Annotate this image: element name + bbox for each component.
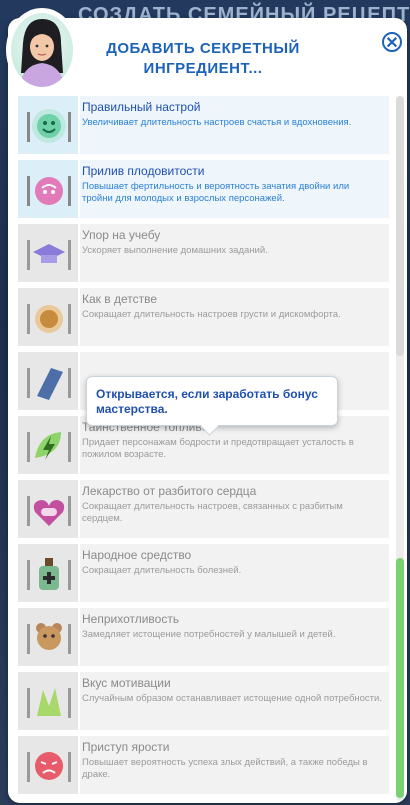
- ingredient-row[interactable]: Вкус мотивации Случайным образом останав…: [18, 672, 389, 736]
- angry-face-icon: [18, 736, 80, 794]
- secret-ingredient-dialog: ДОБАВИТЬ СЕКРЕТНЫЙ ИНГРЕДИЕНТ... ✕ Прави…: [6, 8, 407, 803]
- locked-tooltip: Открывается, если заработать бонус масте…: [86, 376, 338, 426]
- ingredient-name: Неприхотливость: [82, 612, 180, 626]
- ingredient-description: Сокращает длительность настроев, связанн…: [82, 501, 343, 524]
- ingredient-name: Прилив плодовитости: [82, 164, 205, 178]
- ingredient-row[interactable]: Как в детстве Сокращает длительность нас…: [18, 288, 389, 352]
- ingredient-row[interactable]: Лекарство от разбитого сердца Сокращает …: [18, 480, 389, 544]
- ingredient-name: Правильный настрой: [82, 100, 201, 114]
- graduation-cap-icon: [18, 224, 80, 282]
- motivation-icon: [18, 672, 80, 730]
- broken-heart-pill-icon: [18, 480, 80, 538]
- medicine-bottle-icon: [18, 544, 80, 602]
- scroll-highlight: [396, 558, 404, 798]
- dialog-title: ДОБАВИТЬ СЕКРЕТНЫЙ ИНГРЕДИЕНТ...: [78, 39, 328, 79]
- fertility-icon: [18, 160, 80, 218]
- happy-face-icon: [18, 96, 80, 154]
- ingredient-description: Увеличивает длительность настроев счасть…: [82, 117, 352, 128]
- scrollbar-thumb[interactable]: [396, 96, 404, 356]
- ingredient-name: Лекарство от разбитого сердца: [82, 484, 257, 498]
- ingredient-row[interactable]: Приступ ярости Повышает вероятность успе…: [18, 736, 389, 800]
- ingredient-description: Сокращает длительность настроев грусти и…: [82, 309, 341, 320]
- ingredient-name: Приступ ярости: [82, 740, 170, 754]
- ingredient-description: Сокращает длительность болезней.: [82, 565, 242, 576]
- ingredient-description: Замедляет истощение потребностей у малыш…: [82, 629, 336, 640]
- ingredient-row[interactable]: Правильный настрой Увеличивает длительно…: [18, 96, 389, 160]
- sim-avatar: [6, 8, 78, 92]
- ingredient-row[interactable]: Упор на учебу Ускоряет выполнение домашн…: [18, 224, 389, 288]
- dialog-title-line2: ИНГРЕДИЕНТ...: [143, 60, 263, 77]
- close-button[interactable]: ✕: [382, 32, 402, 52]
- soup-bowl-icon: [18, 288, 80, 346]
- energy-leaf-icon: [18, 416, 80, 474]
- ingredient-description: Ускоряет выполнение домашних заданий.: [82, 245, 268, 256]
- teddy-bear-icon: [18, 608, 80, 666]
- ingredient-row[interactable]: Неприхотливость Замедляет истощение потр…: [18, 608, 389, 672]
- ingredient-description: Повышает фертильность и вероятность зача…: [82, 181, 350, 204]
- ingredient-row[interactable]: Прилив плодовитости Повышает фертильност…: [18, 160, 389, 224]
- ingredient-name: Вкус мотивации: [82, 676, 171, 690]
- ingredient-row[interactable]: Народное средство Сокращает длительность…: [18, 544, 389, 608]
- plate-icon: [18, 352, 80, 410]
- tooltip-text: Открывается, если заработать бонус масте…: [96, 387, 318, 416]
- ingredient-description: Случайным образом останавливает истощени…: [82, 693, 382, 704]
- ingredient-name: Упор на учебу: [82, 228, 161, 242]
- ingredient-name: Как в детстве: [82, 292, 158, 306]
- ingredient-description: Повышает вероятность успеха злых действи…: [82, 757, 368, 780]
- ingredient-name: Народное средство: [82, 548, 192, 562]
- ingredient-description: Придает персонажам бодрости и предотвращ…: [82, 437, 354, 460]
- dialog-title-line1: ДОБАВИТЬ СЕКРЕТНЫЙ: [106, 40, 300, 57]
